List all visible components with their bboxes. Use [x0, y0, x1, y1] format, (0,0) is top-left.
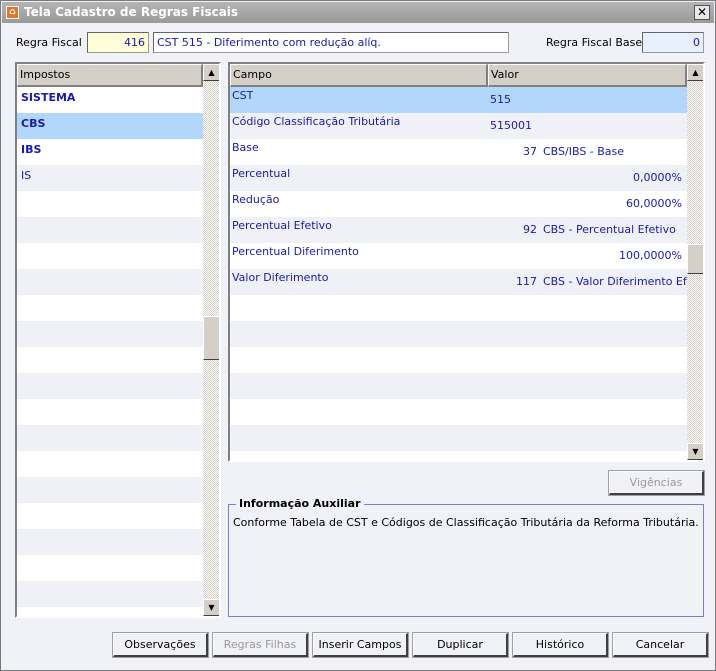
duplicar-button[interactable]: Duplicar — [412, 632, 509, 658]
valor-column-header[interactable]: Valor — [488, 64, 687, 87]
app-icon: ⌂ — [6, 6, 19, 19]
title-bar: ⌂ Tela Cadastro de Regras Fiscais ✕ — [2, 2, 714, 23]
campo-name: Percentual Efetivo — [232, 219, 332, 232]
scroll-thumb[interactable] — [687, 244, 703, 274]
window-title: Tela Cadastro de Regras Fiscais — [24, 5, 239, 19]
campo-row[interactable] — [230, 373, 687, 399]
regra-fiscal-code-input[interactable]: 416 — [87, 32, 149, 53]
imposto-row[interactable] — [17, 373, 203, 399]
imposto-label: IS — [21, 169, 32, 182]
vigencias-button[interactable]: Vigências — [608, 470, 705, 496]
campo-row[interactable] — [230, 425, 687, 451]
imposto-row[interactable] — [17, 269, 203, 295]
regra-fiscal-description-input[interactable]: CST 515 - Diferimento com redução alíq. — [153, 32, 509, 53]
campo-row[interactable]: Percentual Diferimento 100,0000% — [230, 243, 687, 269]
campo-name: Percentual Diferimento — [232, 245, 359, 258]
imposto-row[interactable] — [17, 295, 203, 321]
imposto-row[interactable] — [17, 503, 203, 529]
campo-row[interactable] — [230, 347, 687, 373]
imposto-row[interactable] — [17, 477, 203, 503]
imposto-row[interactable] — [17, 555, 203, 581]
close-button[interactable]: ✕ — [694, 5, 710, 20]
valor-value: 0,0000% — [633, 171, 682, 184]
imposto-row[interactable]: IS — [17, 165, 203, 191]
valor-ref-number: 37 — [523, 145, 537, 158]
impostos-column-header[interactable]: Impostos — [17, 64, 203, 87]
imposto-row[interactable] — [17, 581, 203, 607]
regras-filhas-button[interactable]: Regras Filhas — [212, 632, 309, 658]
campo-row[interactable]: CST 515 — [230, 87, 687, 113]
observacoes-button[interactable]: Observações — [112, 632, 209, 658]
imposto-row[interactable] — [17, 451, 203, 477]
valor-ref-description: CBS - Valor Diferimento Efetivo — [543, 275, 687, 288]
campo-name: Percentual — [232, 167, 291, 180]
info-auxiliar-text: Conforme Tabela de CST e Códigos de Clas… — [233, 516, 699, 529]
imposto-row[interactable]: SISTEMA — [17, 87, 203, 113]
imposto-label: SISTEMA — [21, 91, 76, 104]
imposto-row[interactable] — [17, 191, 203, 217]
campo-name: Código Classificação Tributária — [232, 115, 401, 128]
campo-column-header[interactable]: Campo — [230, 64, 488, 87]
imposto-row[interactable]: IBS — [17, 139, 203, 165]
imposto-row[interactable]: CBS — [17, 113, 203, 139]
valor-value: 60,0000% — [626, 197, 682, 210]
imposto-row[interactable] — [17, 425, 203, 451]
dialog-window: ⌂ Tela Cadastro de Regras Fiscais ✕ Regr… — [0, 0, 716, 671]
campos-scrollbar[interactable]: ▲ ▼ — [687, 64, 703, 460]
historico-button[interactable]: Histórico — [512, 632, 609, 658]
campo-row[interactable] — [230, 295, 687, 321]
valor-ref-number: 92 — [523, 223, 537, 236]
scroll-thumb[interactable] — [203, 316, 219, 360]
imposto-label: CBS — [21, 117, 46, 130]
scroll-down-arrow-icon[interactable]: ▼ — [203, 599, 219, 616]
cancelar-button[interactable]: Cancelar — [612, 632, 709, 658]
campo-row[interactable]: Base 37 CBS/IBS - Base — [230, 139, 687, 165]
scroll-up-arrow-icon[interactable]: ▲ — [687, 64, 703, 81]
campo-row[interactable]: Código Classificação Tributária 515001 — [230, 113, 687, 139]
valor-value: 515 — [490, 93, 511, 106]
campo-name: CST — [232, 89, 254, 102]
valor-ref-number: 117 — [516, 275, 537, 288]
impostos-grid[interactable]: Impostos SISTEMA CBS IBS IS ▲ ▼ — [15, 62, 221, 618]
imposto-row[interactable] — [17, 217, 203, 243]
campo-row[interactable] — [230, 399, 687, 425]
valor-ref-description: CBS/IBS - Base — [543, 145, 625, 158]
regra-base-label: Regra Fiscal Base — [546, 36, 643, 49]
impostos-scrollbar[interactable]: ▲ ▼ — [203, 64, 219, 616]
campo-row[interactable]: Redução 60,0000% — [230, 191, 687, 217]
imposto-row[interactable] — [17, 347, 203, 373]
scroll-down-arrow-icon[interactable]: ▼ — [687, 443, 703, 460]
valor-ref-description: CBS - Percentual Efetivo — [543, 223, 676, 236]
valor-value: 515001 — [490, 119, 532, 132]
campo-name: Valor Diferimento — [232, 271, 329, 284]
imposto-label: IBS — [21, 143, 42, 156]
campo-name: Redução — [232, 193, 280, 206]
regra-fiscal-label: Regra Fiscal — [16, 36, 82, 49]
campos-grid[interactable]: Campo Valor CST 515 Código Classificação T… — [228, 62, 705, 462]
imposto-row[interactable] — [17, 529, 203, 555]
campo-row[interactable]: Percentual Efetivo 92 CBS - Percentual Efe… — [230, 217, 687, 243]
campo-row[interactable]: Percentual 0,0000% — [230, 165, 687, 191]
imposto-row[interactable] — [17, 399, 203, 425]
campo-name: Base — [232, 141, 259, 154]
info-auxiliar-title: Informação Auxiliar — [236, 497, 364, 510]
info-auxiliar-group: Informação Auxiliar Conforme Tabela de C… — [228, 497, 704, 617]
campo-row[interactable] — [230, 321, 687, 347]
valor-value: 100,0000% — [619, 249, 682, 262]
imposto-row[interactable] — [17, 321, 203, 347]
regra-base-input[interactable]: 0 — [642, 32, 704, 53]
imposto-row[interactable] — [17, 243, 203, 269]
scroll-up-arrow-icon[interactable]: ▲ — [203, 64, 219, 81]
campo-row[interactable]: Valor Diferimento 117 CBS - Valor Diferime… — [230, 269, 687, 295]
inserir-campos-button[interactable]: Inserir Campos — [312, 632, 409, 658]
